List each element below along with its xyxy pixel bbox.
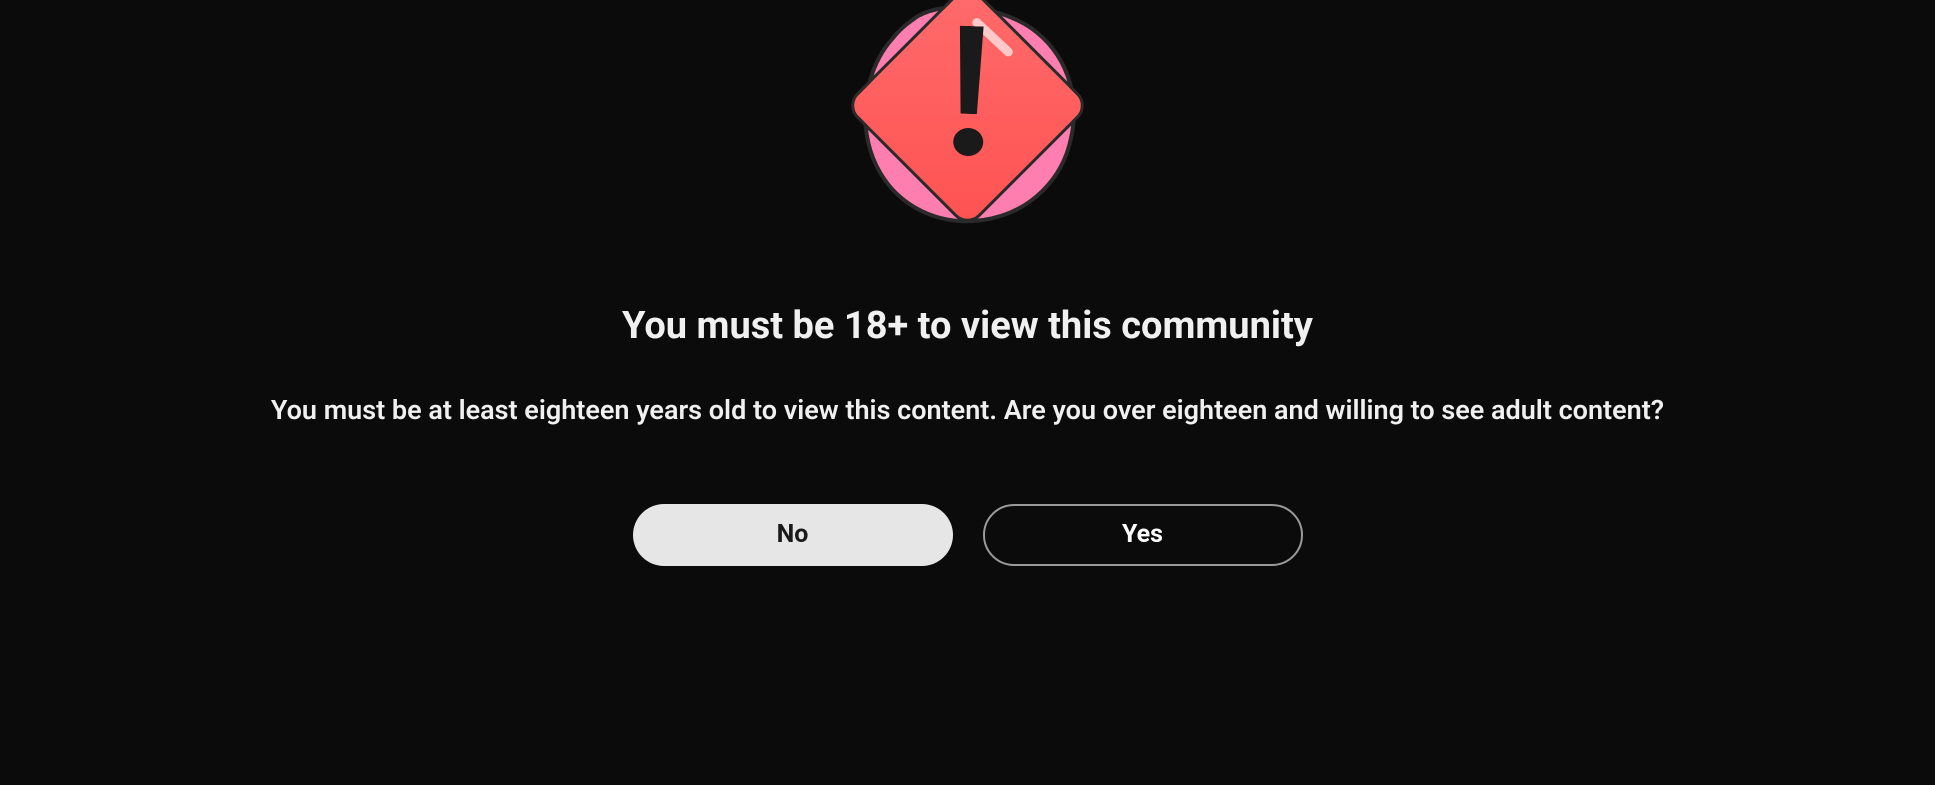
exclamation-icon [948,25,990,156]
yes-button[interactable]: Yes [983,504,1303,566]
no-button[interactable]: No [633,504,953,566]
warning-icon [838,0,1098,240]
dialog-subtitle: You must be at least eighteen years old … [271,392,1664,430]
button-row: No Yes [633,504,1303,566]
age-gate-dialog: You must be 18+ to view this community Y… [0,0,1935,566]
dialog-title: You must be 18+ to view this community [622,304,1313,348]
